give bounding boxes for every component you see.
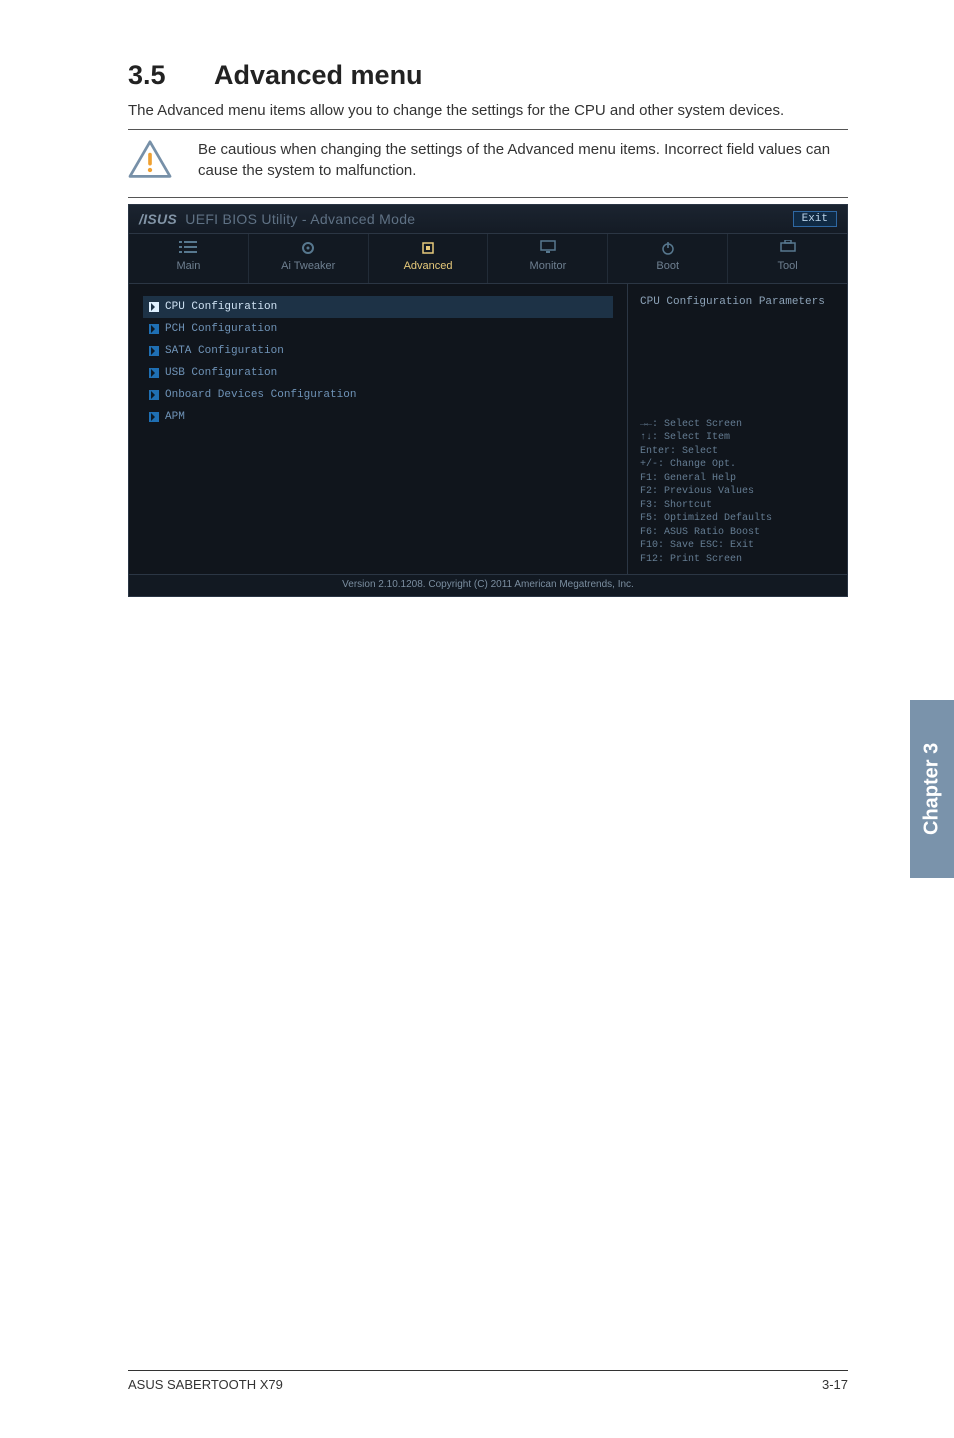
- section-title-text: Advanced menu: [214, 60, 423, 90]
- bios-help-panel: CPU Configuration Parameters →←: Select …: [627, 284, 847, 574]
- chapter-side-tab: Chapter 3: [910, 700, 954, 878]
- help-heading: CPU Configuration Parameters: [640, 296, 835, 308]
- bios-brand: /ISUS: [139, 211, 177, 227]
- chevron-right-icon: [149, 368, 159, 378]
- menu-sata-configuration[interactable]: SATA Configuration: [143, 340, 613, 362]
- tab-tool[interactable]: Tool: [727, 234, 847, 283]
- help-line: Enter: Select: [640, 445, 835, 459]
- divider: [128, 129, 848, 130]
- menu-onboard-devices[interactable]: Onboard Devices Configuration: [143, 384, 613, 406]
- help-line: F2: Previous Values: [640, 485, 835, 499]
- bios-screenshot: /ISUS UEFI BIOS Utility - Advanced Mode …: [128, 204, 848, 597]
- divider: [128, 197, 848, 198]
- chevron-right-icon: [149, 346, 159, 356]
- chevron-right-icon: [149, 412, 159, 422]
- footer-product: ASUS SABERTOOTH X79: [128, 1377, 283, 1392]
- help-line: F10: Save ESC: Exit: [640, 539, 835, 553]
- warning-callout: Be cautious when changing the settings o…: [128, 136, 848, 191]
- section-number: 3.5: [128, 60, 214, 91]
- menu-label: SATA Configuration: [165, 345, 284, 357]
- chevron-right-icon: [149, 390, 159, 400]
- tab-label: Monitor: [530, 260, 567, 272]
- help-line: F12: Print Screen: [640, 553, 835, 567]
- help-line: F5: Optimized Defaults: [640, 512, 835, 526]
- bios-version-footer: Version 2.10.1208. Copyright (C) 2011 Am…: [129, 574, 847, 596]
- chevron-right-icon: [149, 324, 159, 334]
- tab-label: Advanced: [404, 260, 453, 272]
- menu-label: Onboard Devices Configuration: [165, 389, 356, 401]
- bios-tabs: Main Ai Tweaker Advanced Monitor: [129, 234, 847, 284]
- bios-title: UEFI BIOS Utility - Advanced Mode: [185, 211, 415, 227]
- list-icon: [133, 240, 244, 256]
- menu-label: PCH Configuration: [165, 323, 277, 335]
- menu-apm[interactable]: APM: [143, 406, 613, 428]
- help-line: +/-: Change Opt.: [640, 458, 835, 472]
- chip-icon: [373, 240, 484, 256]
- menu-label: APM: [165, 411, 185, 423]
- tab-boot[interactable]: Boot: [607, 234, 727, 283]
- help-keys: →←: Select Screen ↑↓: Select Item Enter:…: [640, 418, 835, 567]
- warning-text: Be cautious when changing the settings o…: [198, 140, 848, 181]
- help-line: F3: Shortcut: [640, 499, 835, 513]
- menu-pch-configuration[interactable]: PCH Configuration: [143, 318, 613, 340]
- bios-menu-panel: CPU Configuration PCH Configuration SATA…: [129, 284, 627, 574]
- footer-page-number: 3-17: [822, 1377, 848, 1392]
- intro-paragraph: The Advanced menu items allow you to cha…: [128, 101, 848, 121]
- help-line: →←: Select Screen: [640, 418, 835, 432]
- tab-label: Main: [176, 260, 200, 272]
- monitor-icon: [492, 240, 603, 256]
- help-line: F6: ASUS Ratio Boost: [640, 526, 835, 540]
- menu-label: USB Configuration: [165, 367, 277, 379]
- tab-label: Boot: [656, 260, 679, 272]
- section-heading: 3.5Advanced menu: [128, 60, 848, 91]
- help-line: F1: General Help: [640, 472, 835, 486]
- toolbox-icon: [732, 240, 843, 256]
- power-icon: [612, 240, 723, 256]
- tab-label: Tool: [777, 260, 797, 272]
- help-line: ↑↓: Select Item: [640, 431, 835, 445]
- menu-label: CPU Configuration: [165, 301, 277, 313]
- tab-monitor[interactable]: Monitor: [487, 234, 607, 283]
- bios-exit-button[interactable]: Exit: [793, 211, 837, 227]
- chevron-right-icon: [149, 302, 159, 312]
- warning-icon: [128, 140, 172, 185]
- tab-ai-tweaker[interactable]: Ai Tweaker: [248, 234, 368, 283]
- tab-advanced[interactable]: Advanced: [368, 234, 488, 283]
- gear-icon: [253, 240, 364, 256]
- page-footer: ASUS SABERTOOTH X79 3-17: [128, 1370, 848, 1392]
- bios-titlebar: /ISUS UEFI BIOS Utility - Advanced Mode …: [129, 205, 847, 234]
- menu-usb-configuration[interactable]: USB Configuration: [143, 362, 613, 384]
- tab-label: Ai Tweaker: [281, 260, 335, 272]
- tab-main[interactable]: Main: [129, 234, 248, 283]
- menu-cpu-configuration[interactable]: CPU Configuration: [143, 296, 613, 318]
